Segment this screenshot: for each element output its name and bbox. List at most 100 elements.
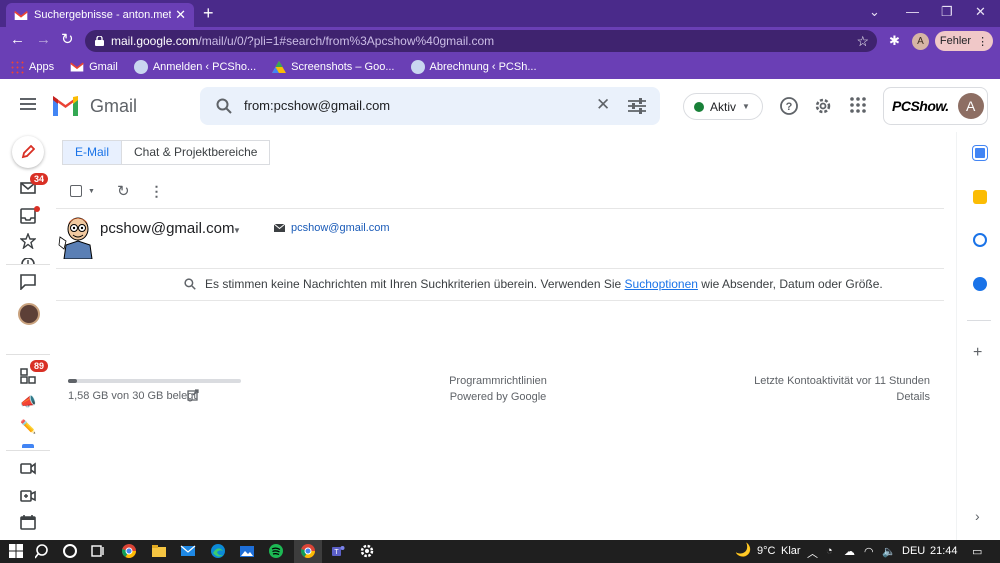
- taskbar-search-icon[interactable]: [35, 543, 51, 559]
- url-path: /mail/u/0/?pli=1#search/from%3Apcshow%40…: [198, 34, 495, 48]
- star-icon[interactable]: [20, 233, 36, 249]
- calendar-icon[interactable]: [20, 514, 36, 530]
- contacts-icon[interactable]: [973, 277, 987, 291]
- add-addon-icon[interactable]: +: [973, 344, 982, 362]
- megaphone-icon[interactable]: 📣: [20, 394, 36, 410]
- no-results-message: Es stimmen keine Nachrichten mit Ihren S…: [184, 277, 883, 291]
- compose-button[interactable]: [12, 136, 44, 168]
- edge-icon[interactable]: [210, 543, 226, 559]
- windows-start-icon[interactable]: [8, 543, 24, 559]
- bookmark-star-icon[interactable]: ☆: [856, 33, 869, 50]
- more-actions-icon[interactable]: ⋮: [150, 183, 164, 200]
- search-icon[interactable]: [216, 98, 232, 114]
- select-all-checkbox[interactable]: [70, 185, 82, 197]
- error-button[interactable]: Fehler ⋮: [935, 31, 993, 51]
- help-tray-icon[interactable]: ◔: [826, 545, 833, 557]
- clear-search-icon[interactable]: ✕: [596, 95, 610, 115]
- tab-search-icon[interactable]: ⌄: [869, 4, 880, 20]
- divider: [56, 268, 944, 269]
- calendar-addon-icon[interactable]: [973, 146, 987, 160]
- lock-icon: [95, 36, 104, 46]
- tray-overflow-icon[interactable]: ︿: [807, 545, 818, 561]
- pcshow-icon: [133, 60, 148, 74]
- contact-email-link[interactable]: pcshow@gmail.com: [274, 222, 390, 234]
- profile-avatar[interactable]: A: [912, 33, 929, 50]
- window-close-icon[interactable]: ✕: [975, 4, 986, 20]
- bookmark-abrechnung[interactable]: Abrechnung ‹ PCSh...: [410, 60, 537, 74]
- restore-icon[interactable]: ❐: [941, 4, 953, 20]
- settings-app-icon[interactable]: [359, 543, 375, 559]
- settings-gear-icon[interactable]: [814, 97, 832, 115]
- gmail-header: Gmail from:pcshow@gmail.com ✕ Aktiv ▼ ? …: [0, 80, 1000, 132]
- search-options-icon[interactable]: [628, 98, 646, 114]
- spotify-icon[interactable]: [268, 543, 284, 559]
- help-icon[interactable]: ?: [780, 97, 798, 115]
- bookmark-screenshots[interactable]: Screenshots – Goo...: [272, 60, 395, 74]
- weather-desc[interactable]: Klar: [781, 545, 801, 557]
- search-options-link[interactable]: Suchoptionen: [625, 277, 698, 291]
- space-partial-icon[interactable]: [22, 444, 34, 448]
- task-view-icon[interactable]: [90, 543, 106, 559]
- notifications-icon[interactable]: ▭: [972, 545, 982, 558]
- storage-usage-text: 1,58 GB von 30 GB belegt: [68, 390, 197, 402]
- select-dropdown-icon[interactable]: ▼: [88, 188, 95, 195]
- chrome-active-icon[interactable]: [300, 543, 316, 559]
- external-link-icon[interactable]: [187, 389, 199, 401]
- weather-temp[interactable]: 9°C: [757, 545, 775, 557]
- account-switcher[interactable]: PCShow. A: [883, 87, 988, 125]
- refresh-icon[interactable]: ↻: [117, 182, 130, 200]
- extensions-icon[interactable]: ✱: [889, 33, 900, 49]
- back-icon[interactable]: ←: [10, 32, 25, 48]
- weather-moon-icon[interactable]: 🌙: [735, 542, 751, 558]
- chrome-icon[interactable]: [121, 543, 137, 559]
- chat-contact-avatar[interactable]: [18, 303, 40, 325]
- search-bar[interactable]: from:pcshow@gmail.com ✕: [200, 87, 660, 125]
- list-actions-toolbar: ▼ ↻ ⋮: [70, 182, 164, 200]
- keep-icon[interactable]: [973, 190, 987, 204]
- tab-close-icon[interactable]: ✕: [175, 7, 186, 23]
- tab-chat-spaces[interactable]: Chat & Projektbereiche: [122, 141, 269, 164]
- search-input[interactable]: from:pcshow@gmail.com: [244, 98, 390, 113]
- photos-icon[interactable]: [239, 543, 255, 559]
- google-apps-icon[interactable]: [850, 97, 866, 113]
- meet-video-icon[interactable]: [20, 460, 36, 476]
- teams-icon[interactable]: T: [330, 543, 346, 559]
- contact-name[interactable]: pcshow@gmail.com: [100, 220, 234, 237]
- forward-icon[interactable]: →: [36, 32, 51, 48]
- tab-email[interactable]: E-Mail: [63, 141, 123, 164]
- mail-app-icon[interactable]: [180, 543, 196, 559]
- bookmark-label: Screenshots – Goo...: [291, 61, 395, 73]
- left-rail: 34 89 📣 ✏️: [0, 132, 56, 540]
- new-tab-icon[interactable]: +: [203, 4, 214, 22]
- bookmark-anmelden[interactable]: Anmelden ‹ PCSho...: [133, 60, 256, 74]
- browser-tab-gmail[interactable]: Suchergebnisse - anton.metzend ✕: [6, 3, 194, 27]
- reload-icon[interactable]: ↻: [61, 32, 74, 48]
- tab-title: Suchergebnisse - anton.metzend: [34, 9, 172, 21]
- pencil-space-icon[interactable]: ✏️: [20, 419, 36, 435]
- file-explorer-icon[interactable]: [151, 543, 167, 559]
- error-label: Fehler: [939, 35, 972, 47]
- pcshow-icon: [410, 60, 425, 74]
- bookmark-label: Abrechnung ‹ PCSh...: [429, 61, 537, 73]
- storage-bar: [68, 379, 241, 383]
- chevron-right-icon[interactable]: ›: [975, 508, 980, 524]
- program-policies-link[interactable]: Programmrichtlinien: [400, 375, 596, 387]
- contact-dropdown-icon[interactable]: ▼: [233, 226, 241, 235]
- address-bar[interactable]: mail.google.com/mail/u/0/?pli=1#search/f…: [85, 30, 877, 52]
- tasks-icon[interactable]: [973, 233, 987, 247]
- language-indicator[interactable]: DEU: [902, 545, 925, 557]
- contact-cartoon-avatar[interactable]: [58, 215, 94, 259]
- wifi-icon[interactable]: ◠: [864, 545, 874, 558]
- chat-icon[interactable]: [20, 274, 36, 290]
- volume-icon[interactable]: 🔈: [882, 545, 896, 558]
- minimize-icon[interactable]: —: [906, 4, 919, 19]
- cortana-icon[interactable]: [62, 543, 78, 559]
- details-link[interactable]: Details: [896, 391, 930, 403]
- bookmark-gmail[interactable]: Gmail: [70, 60, 118, 74]
- main-menu-icon[interactable]: [20, 98, 36, 110]
- bookmark-apps[interactable]: Apps: [10, 60, 54, 74]
- status-selector[interactable]: Aktiv ▼: [683, 93, 763, 120]
- cloud-sync-icon[interactable]: ☁: [844, 545, 855, 558]
- clock[interactable]: 21:44: [930, 545, 958, 557]
- new-meeting-icon[interactable]: [20, 488, 36, 504]
